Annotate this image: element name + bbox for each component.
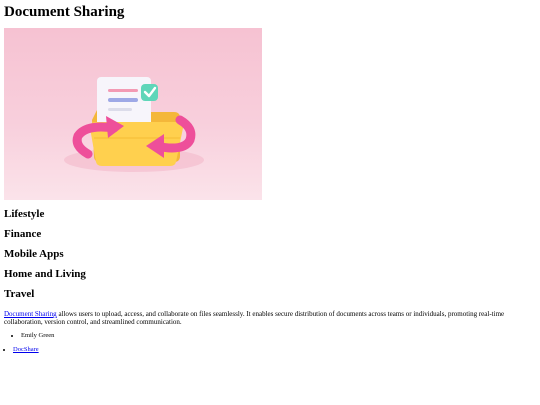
author-list: Emily Green — [4, 332, 536, 340]
description: Document Sharing allows users to upload,… — [4, 310, 534, 326]
category-heading: Finance — [4, 228, 42, 240]
category-list: Lifestyle Finance Mobile Apps Home and L… — [4, 208, 536, 308]
folder-illustration-icon — [64, 77, 204, 172]
page-content: Document Sharing Lifestyle Finance Mobil… — [4, 3, 536, 354]
link-item: DocShare — [13, 346, 536, 354]
category-heading: Lifestyle — [4, 208, 45, 220]
category-heading: Travel — [4, 288, 35, 300]
category-heading: Home and Living — [4, 268, 86, 280]
link-list: DocShare — [4, 346, 536, 354]
category-heading: Mobile Apps — [4, 248, 64, 260]
docshare-link[interactable]: DocShare — [13, 346, 39, 353]
hero-image — [4, 28, 262, 200]
description-text: allows users to upload, access, and coll… — [4, 310, 505, 326]
description-link[interactable]: Document Sharing — [4, 310, 57, 318]
author-item: Emily Green — [21, 332, 536, 340]
page-title: Document Sharing — [4, 4, 125, 20]
